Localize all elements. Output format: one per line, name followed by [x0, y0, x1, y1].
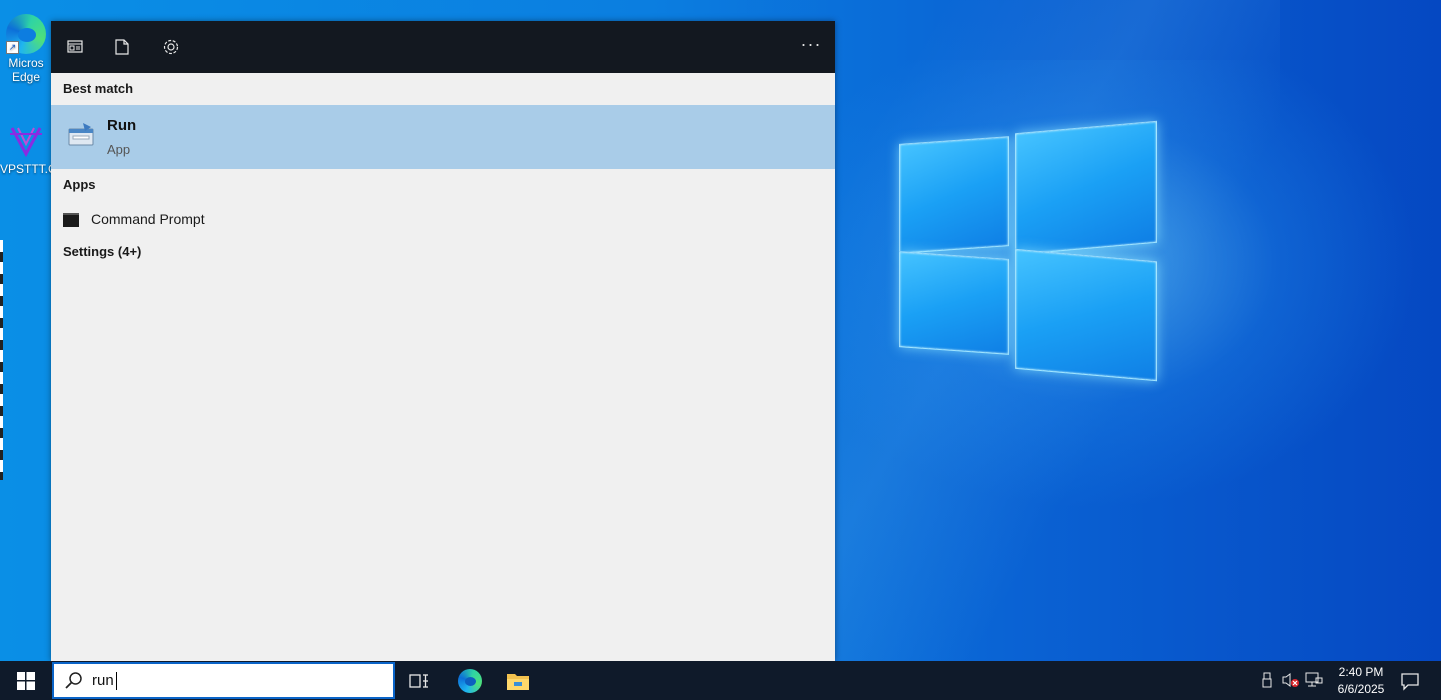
edge-icon: ↗: [6, 14, 46, 54]
taskbar-edge-button[interactable]: [446, 661, 494, 700]
run-icon: [67, 121, 95, 149]
windows-logo-wallpaper: [895, 115, 1165, 390]
taskbar: 2:40 PM 6/6/2025: [0, 661, 1441, 700]
network-icon[interactable]: [1305, 671, 1323, 689]
document-icon[interactable]: [110, 35, 134, 59]
start-button[interactable]: [0, 661, 52, 700]
best-match-subtitle: App: [107, 142, 131, 157]
taskbar-search-box[interactable]: [52, 662, 395, 699]
vpsttt-logo-icon: [6, 120, 46, 160]
file-explorer-icon: [507, 673, 529, 690]
usb-icon[interactable]: [1258, 671, 1276, 689]
notification-icon: [1401, 673, 1419, 691]
shortcut-arrow-icon: ↗: [6, 41, 19, 54]
taskbar-clock[interactable]: 2:40 PM 6/6/2025: [1330, 664, 1392, 698]
desktop-icon-vpsttt-label: VPSTTT.C: [0, 162, 57, 176]
taskbar-file-explorer-button[interactable]: [494, 661, 542, 700]
start-search-panel: ··· Best match Run App Apps Command Prom…: [51, 21, 835, 661]
apps-heading: Apps: [63, 177, 96, 192]
edge-icon: [458, 668, 482, 693]
search-input[interactable]: [92, 672, 372, 689]
best-match-heading: Best match: [63, 81, 134, 96]
cmd-icon: [63, 213, 79, 227]
desktop-icon-edge-label-1: Micros: [8, 56, 44, 70]
search-panel-toolbar: ···: [51, 21, 835, 73]
desktop-icon-edge-label-2: Edge: [11, 70, 41, 84]
volume-muted-icon[interactable]: [1281, 671, 1299, 689]
desktop-icon-vpsttt[interactable]: VPSTTT.C: [0, 120, 57, 176]
text-caret: [116, 672, 117, 690]
best-match-title: Run: [107, 117, 137, 134]
search-icon: [64, 671, 84, 691]
window-layout-icon[interactable]: [63, 35, 87, 59]
left-edge-strip: [0, 240, 3, 480]
windows-start-icon: [17, 671, 35, 690]
app-item-command-prompt[interactable]: Command Prompt: [51, 201, 835, 237]
action-center-button[interactable]: [1400, 671, 1420, 691]
settings-heading[interactable]: Settings (4+): [51, 237, 835, 271]
desktop: ↗ Micros Edge VPSTTT.C ··· Best match Ru…: [0, 0, 1441, 661]
clock-date: 6/6/2025: [1337, 682, 1385, 696]
clock-time: 2:40 PM: [1338, 665, 1384, 679]
task-view-button[interactable]: [395, 661, 443, 700]
app-item-label: Command Prompt: [91, 211, 205, 227]
best-match-run[interactable]: Run App: [51, 105, 835, 169]
desktop-icon-edge[interactable]: ↗ Micros Edge: [0, 14, 52, 84]
task-view-icon: [409, 673, 428, 688]
gear-icon[interactable]: [159, 35, 183, 59]
more-options-button[interactable]: ···: [797, 35, 825, 59]
